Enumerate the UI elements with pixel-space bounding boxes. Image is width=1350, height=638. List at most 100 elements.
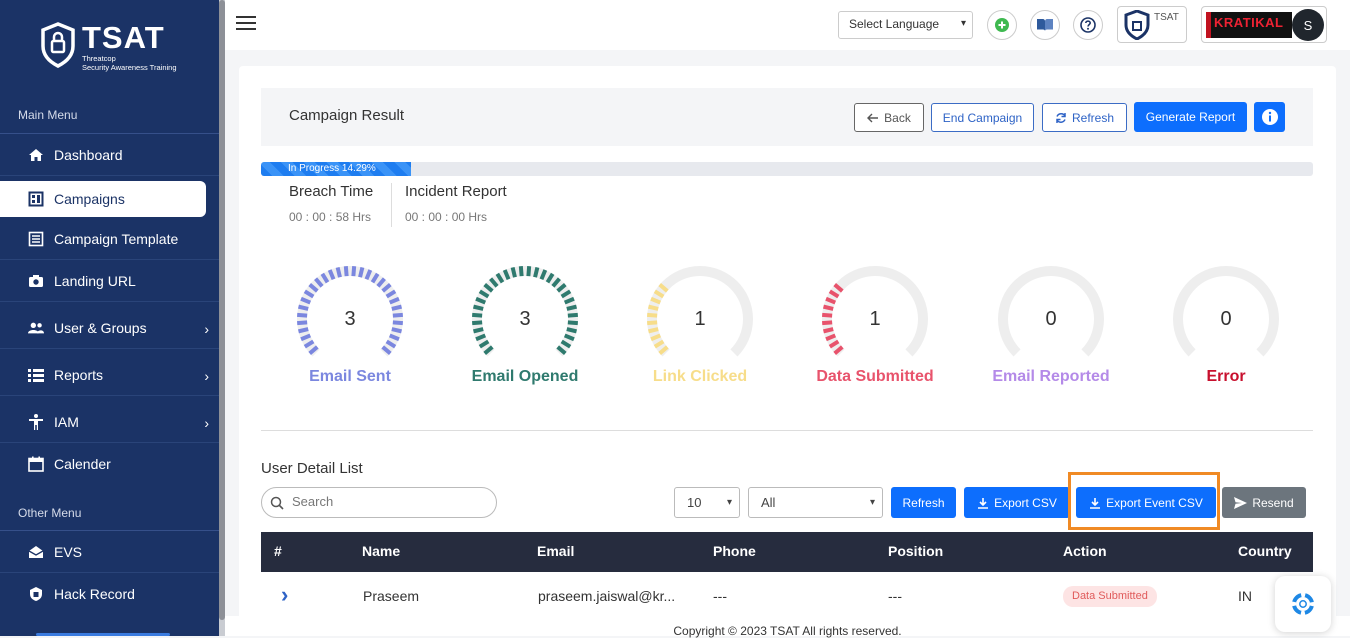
add-button[interactable] [987, 10, 1017, 40]
brand-title: TSAT [82, 20, 165, 55]
docs-button[interactable] [1030, 10, 1060, 40]
divider [261, 430, 1313, 431]
sidebar-item-reports[interactable]: Reports › [0, 354, 219, 396]
chevron-down-icon: ▾ [869, 497, 875, 508]
divider [0, 348, 219, 349]
sidebar-item-label: User & Groups [54, 320, 147, 336]
gauge-value: 0 [1045, 308, 1057, 330]
kratikal-logo: KRATIKAL [1206, 12, 1292, 38]
tsat-badge-label: TSAT [1154, 12, 1179, 23]
users-icon [28, 320, 44, 336]
gauge-data-submitted: 1 Data Submitted [815, 262, 935, 392]
gauge-tick [510, 266, 517, 278]
sidebar-item-campaigns[interactable]: Campaigns [0, 181, 206, 217]
info-button[interactable] [1254, 102, 1285, 132]
resend-button[interactable]: Resend [1222, 487, 1306, 518]
sidebar-item-dashboard[interactable]: Dashboard [0, 134, 219, 176]
gauge-label: Email Sent [309, 368, 391, 385]
book-icon [1037, 19, 1053, 31]
campaign-header: Campaign Result Back End Campaign Refres… [261, 88, 1313, 146]
gauge-value: 1 [869, 308, 881, 330]
sidebar-item-evs[interactable]: EVS [0, 531, 219, 573]
sidebar-item-landing-url[interactable]: Landing URL [0, 260, 219, 302]
sidebar-item-calender[interactable]: Calender [0, 443, 219, 485]
kratikal-logo-text: KRATIKAL [1214, 15, 1284, 30]
brand-logo[interactable]: TSAT Threatcop Security Awareness Traini… [40, 22, 177, 72]
chevron-down-icon: ▾ [726, 497, 732, 508]
user-detail-list-title: User Detail List [261, 460, 363, 477]
refresh-button[interactable]: Refresh [1042, 103, 1127, 132]
download-icon [978, 497, 989, 509]
sidebar-item-label: Calender [54, 456, 111, 472]
end-campaign-button[interactable]: End Campaign [931, 103, 1034, 132]
sidebar-item-label: Campaign Template [54, 231, 179, 247]
back-button[interactable]: Back [854, 103, 924, 132]
sidebar-item-user-groups[interactable]: User & Groups › [0, 307, 219, 349]
shield-logo-icon [41, 22, 75, 68]
scrollbar-thumb[interactable] [219, 0, 225, 620]
sidebar-item-iam[interactable]: IAM › [0, 401, 219, 443]
sidebar-item-hack-record[interactable]: Hack Record [0, 573, 219, 615]
gauge-value: 0 [1220, 308, 1232, 330]
chevron-right-icon: › [204, 321, 209, 337]
page-title: Campaign Result [289, 107, 405, 124]
hamburger-menu-icon[interactable] [236, 16, 256, 30]
sidebar-scrollbar[interactable] [219, 0, 225, 636]
gauge-label: Link Clicked [652, 368, 748, 385]
gauge-label: Email Reported [992, 368, 1110, 385]
sidebar-item-campaign-template[interactable]: Campaign Template [0, 218, 219, 260]
lifebuoy-icon [1291, 592, 1315, 616]
search-placeholder: Search [292, 494, 334, 509]
incident-report-label: Incident Report [405, 183, 507, 200]
topbar: Select Language ▾ TSAT KRATIKAL S [225, 0, 1350, 50]
divider [0, 301, 219, 302]
sidebar-item-label: Reports [54, 367, 104, 383]
incident-report-value: 00 : 00 : 00 Hrs [405, 210, 488, 224]
generate-report-label: Generate Report [1145, 110, 1236, 124]
support-chat-button[interactable] [1275, 576, 1331, 632]
sidebar-item-label: Hack Record [54, 586, 135, 602]
language-select[interactable]: Select Language ▾ [838, 11, 973, 39]
sidebar: TSAT Threatcop Security Awareness Traini… [0, 0, 219, 636]
calendar-icon [28, 456, 44, 472]
avatar[interactable]: S [1292, 9, 1324, 41]
status-badge: Data Submitted [1063, 586, 1157, 607]
progress-fill: In Progress 14.29% [261, 162, 412, 176]
column-header: Email [537, 543, 575, 559]
gauge-tick [343, 266, 349, 277]
cell-position: --- [888, 588, 902, 604]
filter-select[interactable]: All ▾ [748, 487, 883, 518]
page-size-select[interactable]: 10 ▾ [674, 487, 740, 518]
search-icon [270, 496, 284, 510]
gauge-label: Email Opened [471, 368, 579, 385]
column-header: Action [1063, 543, 1107, 559]
page-size-value: 10 [687, 495, 702, 510]
brand-subtitle-2: Security Awareness Training [82, 63, 177, 72]
divider [391, 183, 392, 227]
resend-label: Resend [1252, 495, 1294, 510]
organization-profile[interactable]: KRATIKAL S [1201, 6, 1327, 43]
campaign-progress-bar: In Progress 14.29% [261, 162, 1313, 176]
gauge-value: 1 [694, 308, 706, 330]
camera-icon [28, 273, 44, 289]
main-menu-heading: Main Menu [18, 108, 78, 122]
generate-report-button[interactable]: Generate Report [1134, 102, 1247, 132]
arrow-left-icon [867, 113, 879, 122]
refresh-icon [1056, 112, 1066, 123]
expand-row-icon[interactable]: › [281, 582, 288, 608]
search-input[interactable]: Search [261, 487, 497, 518]
hack-icon [28, 586, 44, 602]
tsat-product-badge[interactable]: TSAT [1117, 6, 1187, 43]
highlight-box [1068, 472, 1220, 530]
export-csv-button[interactable]: Export CSV [964, 487, 1070, 518]
table-row: › Praseem praseem.jaiswal@kr... --- --- … [261, 572, 1313, 616]
person-icon [28, 414, 44, 430]
gauge-tick [358, 266, 365, 278]
column-header: Position [888, 543, 944, 559]
plus-circle-icon [995, 18, 1009, 32]
gauge-error: 0 Error [1166, 262, 1286, 392]
cell-email: praseem.jaiswal@kr... [538, 588, 676, 604]
help-button[interactable] [1073, 10, 1103, 40]
list-refresh-button[interactable]: Refresh [891, 487, 956, 518]
gauge-label: Data Submitted [816, 368, 934, 385]
